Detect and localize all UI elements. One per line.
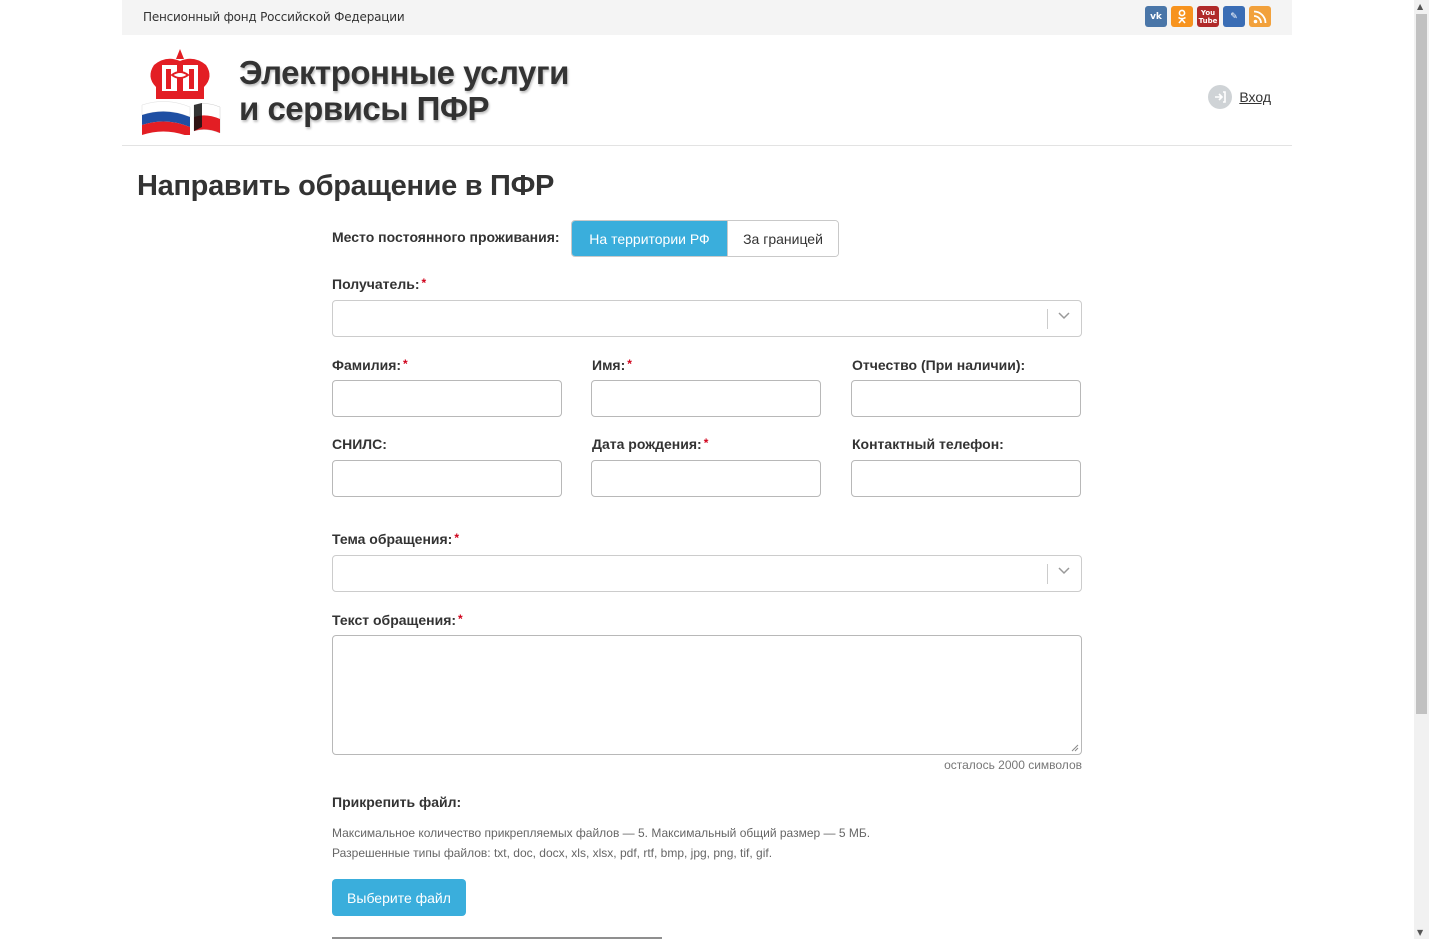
surname-label-text: Фамилия: xyxy=(332,357,402,373)
residence-option-russia[interactable]: На территории РФ xyxy=(572,221,727,256)
name-input[interactable] xyxy=(591,380,821,417)
birthdate-label: Дата рождения: * xyxy=(592,436,708,452)
brand-title: Электронные услуги и сервисы ПФР xyxy=(239,55,569,127)
birthdate-input[interactable] xyxy=(591,460,821,497)
attach-hint-types: Разрешенные типы файлов: txt, doc, docx,… xyxy=(332,846,773,860)
recipient-select[interactable] xyxy=(332,300,1082,337)
resize-grip-icon[interactable] xyxy=(1071,744,1079,752)
scrollbar-thumb[interactable] xyxy=(1416,14,1427,714)
chevron-down-icon[interactable] xyxy=(1057,563,1071,577)
next-field-label-cut xyxy=(332,934,672,939)
required-mark: * xyxy=(458,612,463,626)
phone-label: Контактный телефон: xyxy=(852,436,1004,452)
surname-input[interactable] xyxy=(332,380,562,417)
text-label-text: Текст обращения: xyxy=(332,612,457,628)
patronymic-label: Отчество (При наличии): xyxy=(852,357,1026,373)
birthdate-label-text: Дата рождения: xyxy=(592,436,702,452)
scroll-down-arrow-icon[interactable]: ▼ xyxy=(1417,928,1423,937)
required-mark: * xyxy=(627,357,632,371)
topic-label-text: Тема обращения: xyxy=(332,531,453,547)
login-link[interactable]: Вход xyxy=(1208,85,1271,109)
youtube-icon[interactable]: You Tube xyxy=(1197,6,1219,27)
select-separator xyxy=(1047,564,1048,584)
text-label: Текст обращения: * xyxy=(332,612,463,628)
required-mark: * xyxy=(421,276,427,290)
name-label-text: Имя: xyxy=(592,357,626,373)
phone-input[interactable] xyxy=(851,460,1081,497)
social-links: vk You Tube ✎ xyxy=(1145,6,1271,27)
attach-label: Прикрепить файл: xyxy=(332,794,462,810)
login-label[interactable]: Вход xyxy=(1239,89,1271,105)
recipient-label-text: Получатель: xyxy=(332,276,420,292)
vk-icon[interactable]: vk xyxy=(1145,6,1167,27)
required-mark: * xyxy=(703,436,709,450)
page-title: Направить обращение в ПФР xyxy=(137,170,555,202)
livejournal-icon[interactable]: ✎ xyxy=(1223,6,1245,27)
rss-icon[interactable] xyxy=(1249,6,1271,27)
org-name: Пенсионный фонд Российской Федерации xyxy=(143,10,405,24)
snils-input[interactable] xyxy=(332,460,562,497)
patronymic-input[interactable] xyxy=(851,380,1081,417)
site-header: Электронные услуги и сервисы ПФР Вход xyxy=(122,35,1292,146)
odnoklassniki-icon[interactable] xyxy=(1171,6,1193,27)
snils-label: СНИЛС: xyxy=(332,436,387,452)
chars-left-counter: осталось 2000 символов xyxy=(944,758,1082,772)
login-icon[interactable] xyxy=(1208,85,1233,109)
residence-option-abroad[interactable]: За границей xyxy=(727,221,838,256)
page-scrollbar[interactable]: ▲ ▼ xyxy=(1414,0,1429,939)
residence-label: Место постоянного проживания: xyxy=(332,229,560,245)
message-textarea[interactable] xyxy=(332,635,1082,755)
required-mark: * xyxy=(454,531,460,545)
top-strip: Пенсионный фонд Российской Федерации vk … xyxy=(122,0,1292,35)
required-mark: * xyxy=(403,357,408,371)
chevron-down-icon[interactable] xyxy=(1057,308,1071,322)
brand-line-1: Электронные услуги xyxy=(239,54,569,91)
scroll-up-arrow-icon[interactable]: ▲ xyxy=(1417,2,1423,11)
brand-line-2: и сервисы ПФР xyxy=(239,90,489,127)
select-separator xyxy=(1047,309,1048,329)
surname-label: Фамилия: * xyxy=(332,357,408,373)
name-label: Имя: * xyxy=(592,357,632,373)
topic-select[interactable] xyxy=(332,555,1082,592)
topic-label: Тема обращения: * xyxy=(332,531,459,547)
choose-file-button[interactable]: Выберите файл xyxy=(332,879,466,916)
residence-toggle: На территории РФ За границей xyxy=(571,220,839,257)
pfr-logo[interactable] xyxy=(136,47,224,137)
attach-hint-limits: Максимальное количество прикрепляемых фа… xyxy=(332,826,871,840)
recipient-label: Получатель: * xyxy=(332,276,426,292)
